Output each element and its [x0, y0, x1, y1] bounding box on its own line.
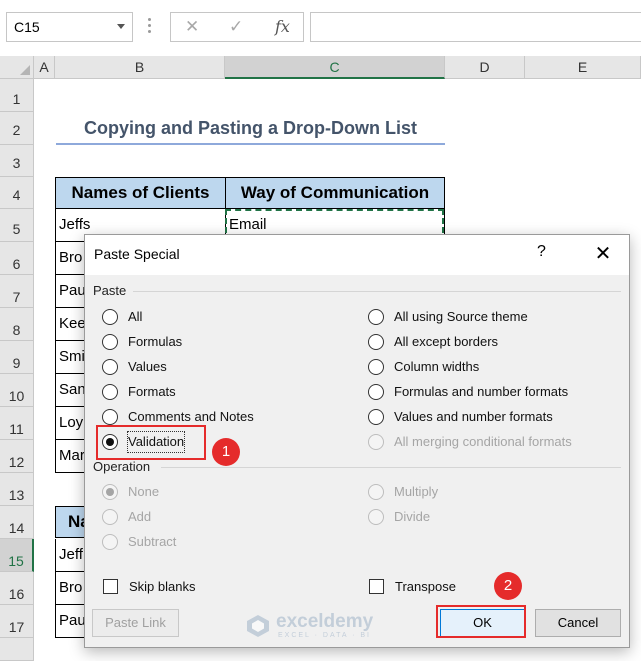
- row-header-5[interactable]: 5: [0, 209, 34, 242]
- sheet-title[interactable]: Copying and Pasting a Drop-Down List: [56, 112, 445, 145]
- column-header-d[interactable]: D: [445, 56, 525, 79]
- table-header-way[interactable]: Way of Communication: [225, 177, 445, 209]
- radio-label: All using Source theme: [394, 309, 528, 324]
- radio-button: [368, 484, 384, 500]
- name-box[interactable]: C15: [6, 12, 133, 42]
- radio-label: All merging conditional formats: [394, 434, 572, 449]
- divider: [161, 467, 621, 468]
- column-header-b[interactable]: B: [55, 56, 225, 79]
- paste-special-dialog: Paste Special ? ✕ Paste All Formulas Val…: [84, 234, 630, 648]
- cancel-button[interactable]: Cancel: [535, 609, 621, 637]
- row-header-12[interactable]: 12: [0, 440, 34, 473]
- watermark-tagline: EXCEL · DATA · BI: [278, 632, 371, 639]
- radio-button[interactable]: [102, 384, 118, 400]
- radio-label: Add: [128, 509, 152, 524]
- row-header-13[interactable]: 13: [0, 473, 34, 506]
- row-header-15[interactable]: 15: [0, 539, 34, 572]
- row-header-10[interactable]: 10: [0, 374, 34, 407]
- dialog-title: Paste Special: [94, 246, 180, 262]
- close-icon[interactable]: ✕: [591, 241, 615, 266]
- radio-button[interactable]: [102, 409, 118, 425]
- row-header-18[interactable]: [0, 638, 34, 661]
- radio-label: Formats: [128, 384, 176, 399]
- radio-label: Subtract: [128, 534, 177, 549]
- checkbox[interactable]: [103, 579, 118, 594]
- radio-button[interactable]: [102, 359, 118, 375]
- enter-icon[interactable]: ✓: [229, 17, 243, 37]
- radio-label: Values and number formats: [394, 409, 553, 424]
- row-header-8[interactable]: 8: [0, 308, 34, 341]
- radio-label: Divide: [394, 509, 431, 524]
- grip-icon[interactable]: [148, 18, 152, 36]
- formula-buttons: ✕ ✓ fx: [170, 12, 304, 42]
- step-1-badge: 1: [212, 438, 240, 466]
- radio-button[interactable]: [368, 384, 384, 400]
- radio-label: All: [128, 309, 143, 324]
- formula-bar: C15 ✕ ✓ fx: [0, 0, 641, 56]
- row-header-16[interactable]: 16: [0, 572, 34, 605]
- radio-button[interactable]: [368, 334, 384, 350]
- row-header-6[interactable]: 6: [0, 242, 34, 275]
- row-header-17[interactable]: 17: [0, 605, 34, 638]
- watermark-name: exceldemy: [276, 611, 374, 632]
- insert-function-icon[interactable]: fx: [275, 17, 290, 36]
- watermark: exceldemy EXCEL · DATA · BI: [246, 611, 396, 642]
- paste-group-title: Paste: [93, 283, 127, 298]
- radio-button[interactable]: [368, 409, 384, 425]
- row-header-1[interactable]: 1: [0, 79, 34, 112]
- select-all-corner[interactable]: [0, 56, 34, 79]
- row-header-11[interactable]: 11: [0, 407, 34, 440]
- column-header-c[interactable]: C: [225, 56, 445, 79]
- column-header-e[interactable]: E: [525, 56, 641, 79]
- radio-label: Column widths: [394, 359, 480, 374]
- radio-label: Formulas and number formats: [394, 384, 569, 399]
- operation-group-title: Operation: [93, 459, 151, 474]
- row-header-7[interactable]: 7: [0, 275, 34, 308]
- row-header-4[interactable]: 4: [0, 177, 34, 209]
- row-header-14[interactable]: 14: [0, 506, 34, 539]
- radio-label: Comments and Notes: [128, 409, 254, 424]
- radio-label: None: [128, 484, 160, 499]
- radio-button: [368, 509, 384, 525]
- radio-button[interactable]: [368, 309, 384, 325]
- divider: [133, 291, 621, 292]
- paste-link-button[interactable]: Paste Link: [92, 609, 179, 637]
- radio-button[interactable]: [102, 309, 118, 325]
- radio-label: Values: [128, 359, 167, 374]
- exceldemy-logo-icon: [247, 615, 269, 637]
- column-header-a[interactable]: A: [34, 56, 55, 79]
- row-header-9[interactable]: 9: [0, 341, 34, 374]
- cancel-icon[interactable]: ✕: [185, 17, 199, 37]
- checkbox-label: Transpose: [395, 579, 456, 594]
- dialog-titlebar[interactable]: Paste Special ? ✕: [85, 235, 629, 275]
- radio-label: Formulas: [128, 334, 183, 349]
- radio-label: All except borders: [394, 334, 499, 349]
- name-box-value: C15: [14, 19, 40, 35]
- highlight-validation: [96, 425, 206, 460]
- help-icon[interactable]: ?: [537, 243, 546, 261]
- row-header-2[interactable]: 2: [0, 112, 34, 145]
- checkbox[interactable]: [369, 579, 384, 594]
- step-2-badge: 2: [494, 572, 522, 600]
- radio-button: [102, 509, 118, 525]
- chevron-down-icon[interactable]: [117, 24, 125, 29]
- checkbox-label: Skip blanks: [129, 579, 196, 594]
- radio-button: [368, 434, 384, 450]
- radio-label: Multiply: [394, 484, 439, 499]
- radio-button[interactable]: [368, 359, 384, 375]
- highlight-ok: [436, 605, 526, 638]
- radio-button[interactable]: [102, 334, 118, 350]
- table-header-names[interactable]: Names of Clients: [55, 177, 226, 209]
- radio-button: [102, 534, 118, 550]
- row-header-3[interactable]: 3: [0, 145, 34, 177]
- formula-input[interactable]: [310, 12, 641, 42]
- radio-button-selected: [102, 484, 118, 500]
